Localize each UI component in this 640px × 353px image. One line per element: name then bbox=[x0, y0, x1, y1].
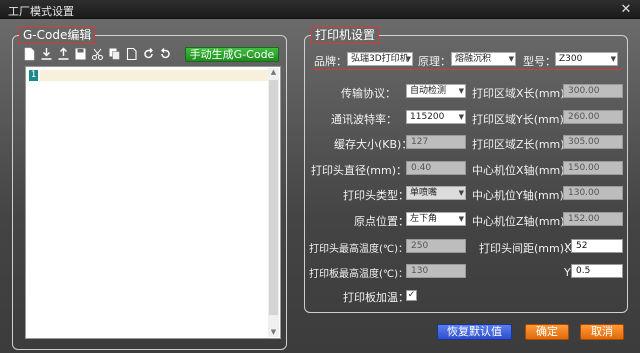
origin-position-select[interactable]: 左下角 ▼ bbox=[406, 212, 466, 226]
undo-icon[interactable] bbox=[142, 47, 155, 61]
paste-icon[interactable] bbox=[125, 47, 138, 61]
new-file-icon[interactable] bbox=[23, 47, 36, 61]
center-x-field: 150.00 bbox=[563, 161, 623, 175]
origin-position-label: 原点位置： bbox=[354, 215, 409, 228]
head-type-label: 打印头类型： bbox=[343, 189, 409, 202]
gap-x-input[interactable]: 52 bbox=[571, 239, 623, 253]
area-y-field: 260.00 bbox=[563, 110, 623, 124]
editor-scrollbar[interactable]: ▲ ▼ bbox=[268, 68, 279, 337]
brand-label: 品牌： bbox=[314, 55, 347, 68]
chevron-down-icon: ▼ bbox=[458, 87, 464, 95]
redo-icon[interactable] bbox=[159, 47, 172, 61]
baud-rate-label: 通讯波特率： bbox=[331, 113, 397, 126]
cut-icon[interactable] bbox=[91, 47, 104, 61]
generate-gcode-button[interactable]: 手动生成G-Code bbox=[185, 47, 279, 62]
chevron-down-icon: ▼ bbox=[458, 189, 464, 197]
origin-position-select-value: 左下角 bbox=[410, 214, 438, 224]
area-x-field: 300.00 bbox=[563, 84, 623, 98]
upload-icon[interactable] bbox=[57, 47, 70, 61]
center-y-label: 中心机位Y轴(mm)： bbox=[472, 189, 575, 202]
gcode-toolbar bbox=[23, 46, 172, 62]
cache-size-label: 缓存大小(KB)： bbox=[334, 138, 413, 151]
cancel-button[interactable]: 取消 bbox=[580, 324, 624, 340]
bed-max-temp-label: 打印板最高温度(℃)： bbox=[309, 269, 409, 280]
divider-line bbox=[311, 69, 621, 70]
area-z-field: 305.00 bbox=[563, 135, 623, 149]
close-icon[interactable]: ✕ bbox=[618, 2, 634, 17]
window-title: 工厂模式设置 bbox=[8, 5, 74, 18]
chevron-down-icon: ▼ bbox=[458, 215, 464, 223]
protocol-select[interactable]: 自动检测 ▼ bbox=[406, 84, 466, 98]
nozzle-diameter-label: 打印头直径(mm)： bbox=[311, 164, 408, 177]
bed-heat-checkbox[interactable]: ✓ bbox=[406, 290, 417, 301]
model-label: 型号： bbox=[523, 55, 556, 68]
chevron-down-icon: ▼ bbox=[405, 55, 411, 63]
center-x-label: 中心机位X轴(mm)： bbox=[472, 164, 576, 177]
gap-y-label: Y bbox=[564, 266, 571, 279]
bed-heat-label: 打印板加温： bbox=[343, 291, 409, 304]
title-bar: 工厂模式设置 ✕ bbox=[0, 0, 640, 19]
principle-label: 原理： bbox=[418, 55, 451, 68]
gcode-editor-group: G-Code编辑 手动生成G-Code 1 ▲ ▼ bbox=[12, 27, 287, 350]
copy-icon[interactable] bbox=[108, 47, 121, 61]
protocol-select-value: 自动检测 bbox=[410, 86, 447, 96]
restore-defaults-button[interactable]: 恢复默认值 bbox=[437, 324, 512, 340]
head-type-select-value: 单喷嘴 bbox=[410, 188, 438, 198]
chevron-down-icon: ▼ bbox=[508, 55, 514, 63]
baud-rate-select[interactable]: 115200 ▼ bbox=[406, 110, 466, 124]
model-select-value: Z300 bbox=[559, 54, 583, 64]
gcode-group-title: G-Code编辑 bbox=[19, 27, 96, 44]
scrollbar-thumb[interactable] bbox=[269, 80, 278, 315]
area-x-label: 打印区域X长(mm)： bbox=[472, 87, 576, 100]
chevron-down-icon: ▼ bbox=[458, 113, 464, 121]
center-y-field: 130.00 bbox=[563, 186, 623, 200]
scroll-up-icon[interactable]: ▲ bbox=[269, 68, 278, 77]
head-type-select[interactable]: 单喷嘴 ▼ bbox=[406, 186, 466, 200]
head-max-temp-label: 打印头最高温度(℃)： bbox=[309, 244, 409, 255]
bed-max-temp-field: 130 bbox=[406, 264, 466, 278]
model-select[interactable]: Z300 ▼ bbox=[555, 52, 618, 66]
gap-y-input[interactable]: 0.5 bbox=[571, 264, 623, 278]
principle-select[interactable]: 熔融沉积 ▼ bbox=[451, 52, 516, 66]
printer-settings-group: 打印机设置 品牌： 弘瑞3D打印机 ▼ 原理： 熔融沉积 ▼ 型号： Z300 ▼ 传… bbox=[304, 27, 628, 313]
baud-rate-select-value: 115200 bbox=[410, 112, 445, 122]
head-max-temp-field: 250 bbox=[406, 239, 466, 253]
center-z-field: 152.00 bbox=[563, 212, 623, 226]
ok-button[interactable]: 确定 bbox=[525, 324, 569, 340]
line-number: 1 bbox=[29, 70, 38, 81]
current-line-highlight bbox=[40, 70, 268, 81]
download-icon[interactable] bbox=[40, 47, 53, 61]
head-gap-label: 打印头间距(mm)： bbox=[479, 242, 576, 255]
area-z-label: 打印区域Z长(mm)： bbox=[472, 138, 576, 151]
area-y-label: 打印区域Y长(mm)： bbox=[472, 113, 575, 126]
brand-select[interactable]: 弘瑞3D打印机 ▼ bbox=[347, 52, 413, 66]
save-icon[interactable] bbox=[74, 47, 87, 61]
protocol-label: 传输协议： bbox=[341, 87, 396, 100]
scroll-down-icon[interactable]: ▼ bbox=[269, 328, 278, 337]
center-z-label: 中心机位Z轴(mm)： bbox=[472, 215, 576, 228]
brand-select-value: 弘瑞3D打印机 bbox=[351, 54, 409, 64]
nozzle-diameter-field: 0.40 bbox=[406, 161, 466, 175]
principle-select-value: 熔融沉积 bbox=[455, 54, 492, 64]
printer-group-title: 打印机设置 bbox=[311, 27, 380, 44]
gcode-editor[interactable]: 1 ▲ ▼ bbox=[25, 66, 281, 339]
dialog-body: G-Code编辑 手动生成G-Code 1 ▲ ▼ 打印机设置 品牌： 弘瑞3D… bbox=[0, 19, 640, 353]
cache-size-field: 127 bbox=[406, 135, 466, 149]
chevron-down-icon: ▼ bbox=[610, 55, 616, 63]
